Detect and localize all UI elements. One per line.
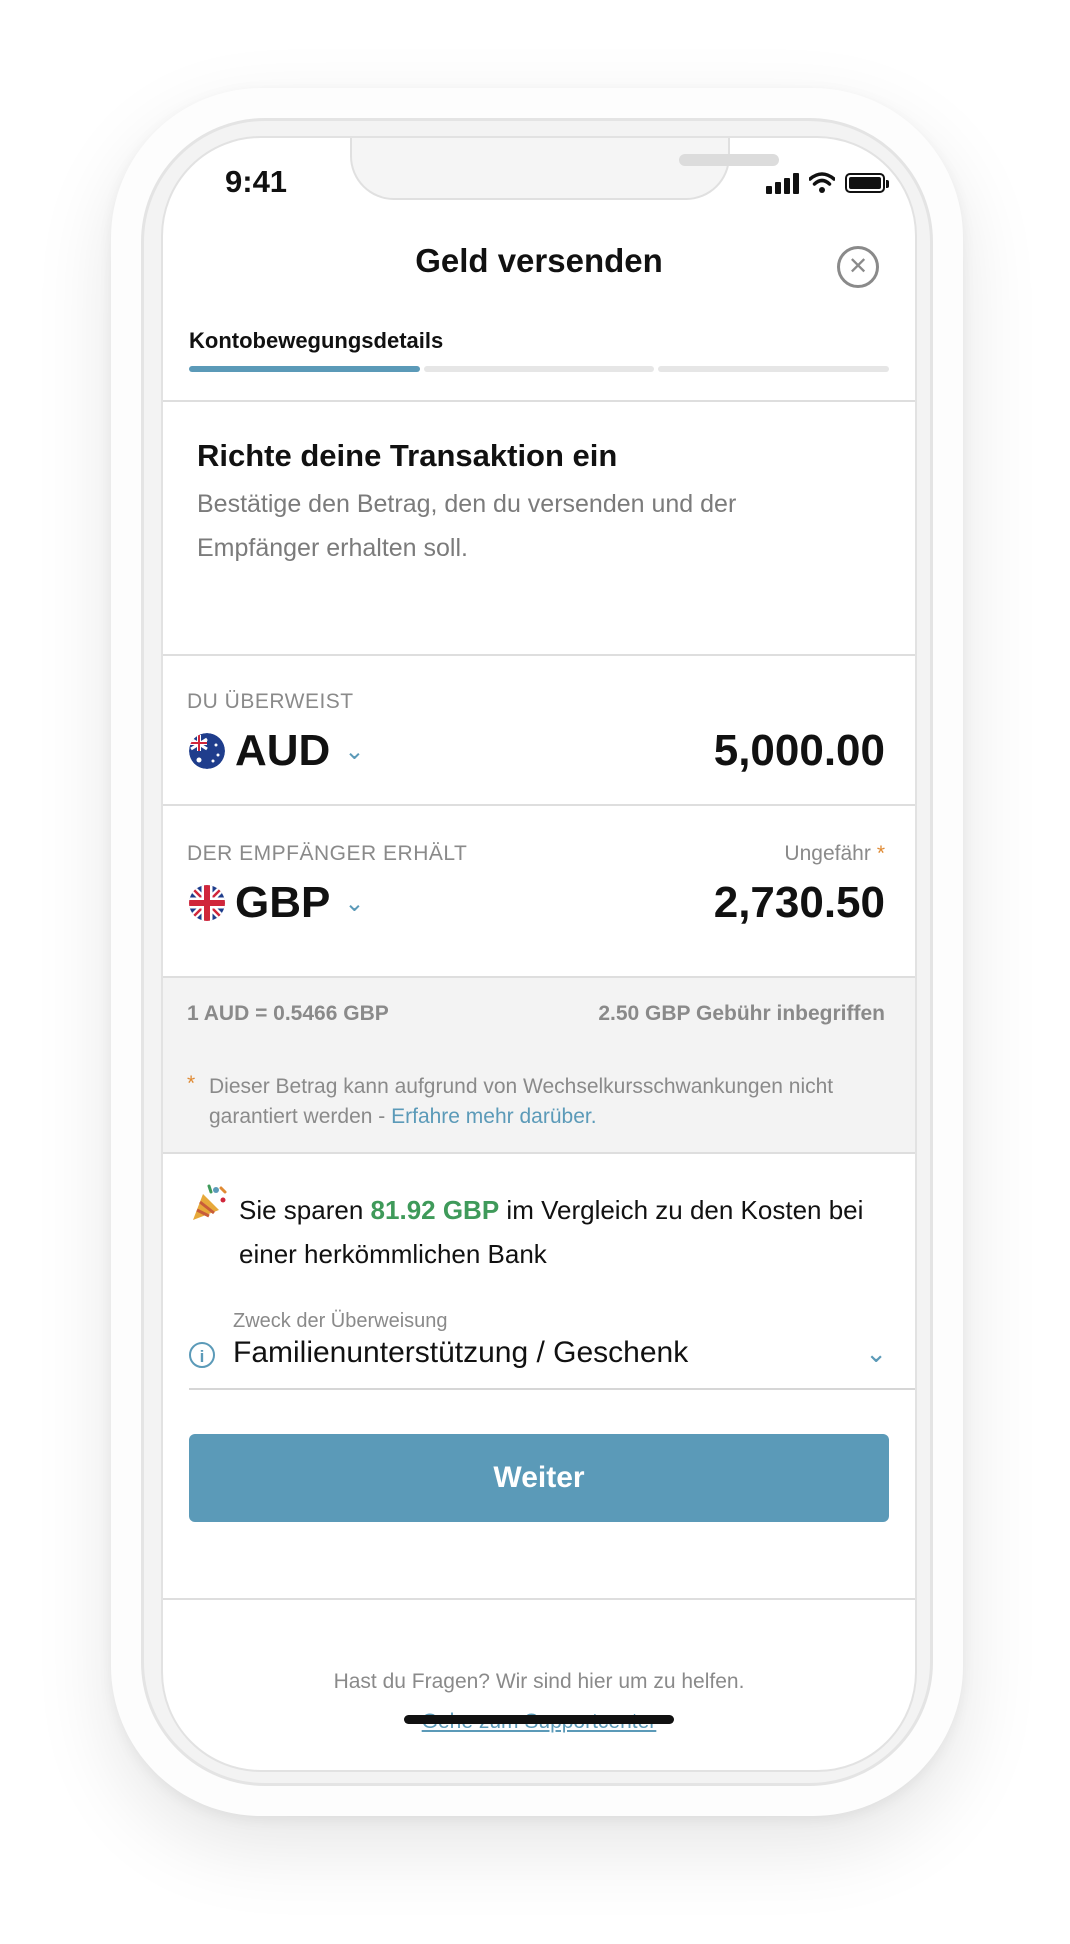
help-text: Hast du Fragen? Wir sind hier um zu helf… (333, 1670, 745, 1693)
chevron-down-icon: ⌄ (344, 889, 365, 917)
asterisk-icon: * (187, 1072, 196, 1095)
chevron-down-icon: ⌄ (344, 737, 365, 765)
receive-currency-code: GBP (235, 878, 331, 927)
progress-step-1 (189, 366, 420, 372)
uk-flag-icon (189, 885, 225, 921)
disclaimer-text: Dieser Betrag kann aufgrund von Wechselk… (209, 1072, 849, 1132)
status-time: 9:41 (225, 164, 288, 199)
chevron-down-icon[interactable]: ⌄ (865, 1338, 887, 1369)
approx-label: Ungefähr * (784, 842, 885, 866)
purpose-label: Zweck der Überweisung (233, 1310, 448, 1332)
send-amount-input[interactable]: 5,000.00 (714, 726, 885, 776)
divider (163, 1598, 915, 1600)
info-icon[interactable]: i (189, 1342, 215, 1368)
progress-step-3 (658, 366, 890, 372)
section-description: Bestätige den Betrag, den du versenden u… (197, 490, 737, 562)
step-label: Kontobewegungsdetails (189, 328, 444, 353)
divider (163, 400, 915, 402)
learn-more-link[interactable]: Erfahre mehr darüber. (391, 1105, 596, 1128)
savings-amount: 81.92 GBP (370, 1195, 500, 1225)
notch (350, 138, 779, 200)
status-icons (766, 172, 889, 194)
send-label: DU ÜBERWEIST (187, 690, 354, 713)
purpose-underline (189, 1388, 915, 1390)
exchange-rate: 1 AUD = 0.5466 GBP (187, 1002, 389, 1025)
receive-label: DER EMPFÄNGER ERHÄLT (187, 842, 468, 865)
divider (163, 654, 915, 656)
australia-flag-icon (189, 733, 225, 769)
rate-bar: 1 AUD = 0.5466 GBP 2.50 GBP Gebühr inbeg… (163, 976, 915, 1060)
speaker (679, 154, 779, 166)
step-progress-bar (189, 366, 890, 372)
party-popper-icon (193, 1184, 227, 1220)
approx-text: Ungefähr (784, 842, 871, 865)
section-title: Richte deine Transaktion ein (197, 438, 618, 473)
send-currency-select[interactable]: AUD ⌄ (189, 726, 364, 776)
approx-asterisk: * (876, 842, 885, 865)
fee-info: 2.50 GBP Gebühr inbegriffen (598, 1002, 885, 1025)
wifi-icon (809, 172, 835, 193)
receive-currency-select[interactable]: GBP ⌄ (189, 878, 364, 928)
savings-message: Sie sparen 81.92 GBP im Vergleich zu den… (239, 1188, 879, 1276)
home-indicator (404, 1715, 674, 1724)
battery-icon (845, 173, 889, 193)
purpose-select[interactable]: Familienunterstützung / Geschenk (233, 1336, 688, 1370)
page-title: Geld versenden (415, 242, 663, 279)
progress-step-2 (423, 366, 655, 372)
continue-button[interactable]: Weiter (189, 1434, 889, 1522)
receive-amount-input[interactable]: 2,730.50 (714, 878, 885, 928)
send-currency-code: AUD (235, 726, 331, 775)
phone-screen: 9:41 Geld versenden ✕ Kontobewegungsdeta… (161, 136, 917, 1772)
close-icon[interactable]: ✕ (837, 246, 879, 288)
savings-prefix: Sie sparen (239, 1195, 364, 1225)
disclaimer-note: * Dieser Betrag kann aufgrund von Wechse… (163, 1058, 915, 1154)
divider (163, 804, 915, 806)
signal-icon (766, 172, 799, 194)
